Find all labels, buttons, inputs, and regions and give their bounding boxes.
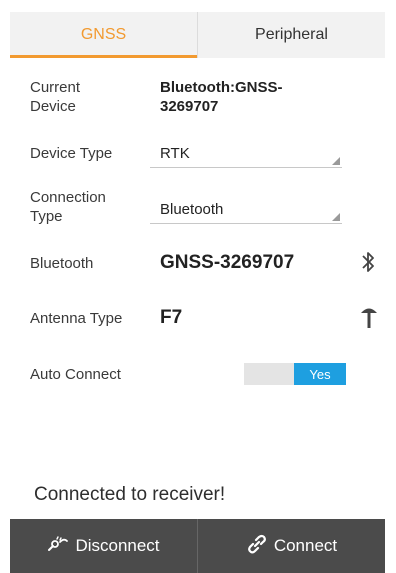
auto-connect-row: Auto Connect Yes bbox=[30, 363, 385, 387]
auto-connect-toggle[interactable]: Yes bbox=[244, 363, 346, 385]
antenna-icon[interactable] bbox=[360, 305, 378, 334]
device-type-value: RTK bbox=[160, 145, 190, 162]
bluetooth-icon[interactable] bbox=[360, 250, 376, 279]
device-type-select[interactable]: RTK bbox=[150, 140, 342, 168]
current-device-label: Current Device bbox=[30, 79, 81, 115]
current-device-value: Bluetooth:GNSS- 3269707 bbox=[160, 79, 283, 115]
connect-button[interactable]: Connect bbox=[198, 519, 385, 573]
tab-gnss[interactable]: GNSS bbox=[10, 12, 198, 58]
bottom-action-bar: Disconnect Connect bbox=[10, 519, 385, 573]
tab-peripheral-label: Peripheral bbox=[255, 26, 328, 43]
disconnect-icon bbox=[47, 535, 75, 557]
bluetooth-row: Bluetooth GNSS-3269707 bbox=[30, 252, 385, 282]
bluetooth-label: Bluetooth bbox=[30, 255, 94, 272]
bluetooth-device-value[interactable]: GNSS-3269707 bbox=[160, 252, 294, 274]
tab-gnss-label: GNSS bbox=[80, 26, 127, 43]
connection-type-label: Connection Type bbox=[30, 189, 106, 225]
antenna-type-value[interactable]: F7 bbox=[160, 307, 182, 329]
dropdown-caret-icon bbox=[332, 157, 340, 165]
connect-icon bbox=[246, 534, 274, 559]
tab-bar: GNSS Peripheral bbox=[10, 12, 385, 58]
device-type-row: Device Type RTK bbox=[30, 144, 385, 178]
device-type-label: Device Type bbox=[30, 145, 113, 162]
connection-status-text: Connected to receiver! bbox=[34, 484, 226, 505]
connection-type-value: Bluetooth bbox=[160, 201, 224, 218]
connection-type-row: Connection Type Bluetooth bbox=[30, 188, 385, 232]
current-device-row: Current Device Bluetooth:GNSS- 3269707 bbox=[30, 78, 385, 118]
disconnect-label: Disconnect bbox=[75, 536, 160, 555]
auto-connect-label: Auto Connect bbox=[30, 366, 121, 383]
tab-peripheral[interactable]: Peripheral bbox=[198, 12, 385, 58]
dropdown-caret-icon bbox=[332, 213, 340, 221]
disconnect-button[interactable]: Disconnect bbox=[10, 519, 198, 573]
connect-label: Connect bbox=[273, 536, 338, 555]
auto-connect-toggle-on: Yes bbox=[294, 363, 346, 385]
connection-type-select[interactable]: Bluetooth bbox=[150, 196, 342, 224]
antenna-type-row: Antenna Type F7 bbox=[30, 307, 385, 337]
antenna-type-label: Antenna Type bbox=[30, 310, 123, 327]
